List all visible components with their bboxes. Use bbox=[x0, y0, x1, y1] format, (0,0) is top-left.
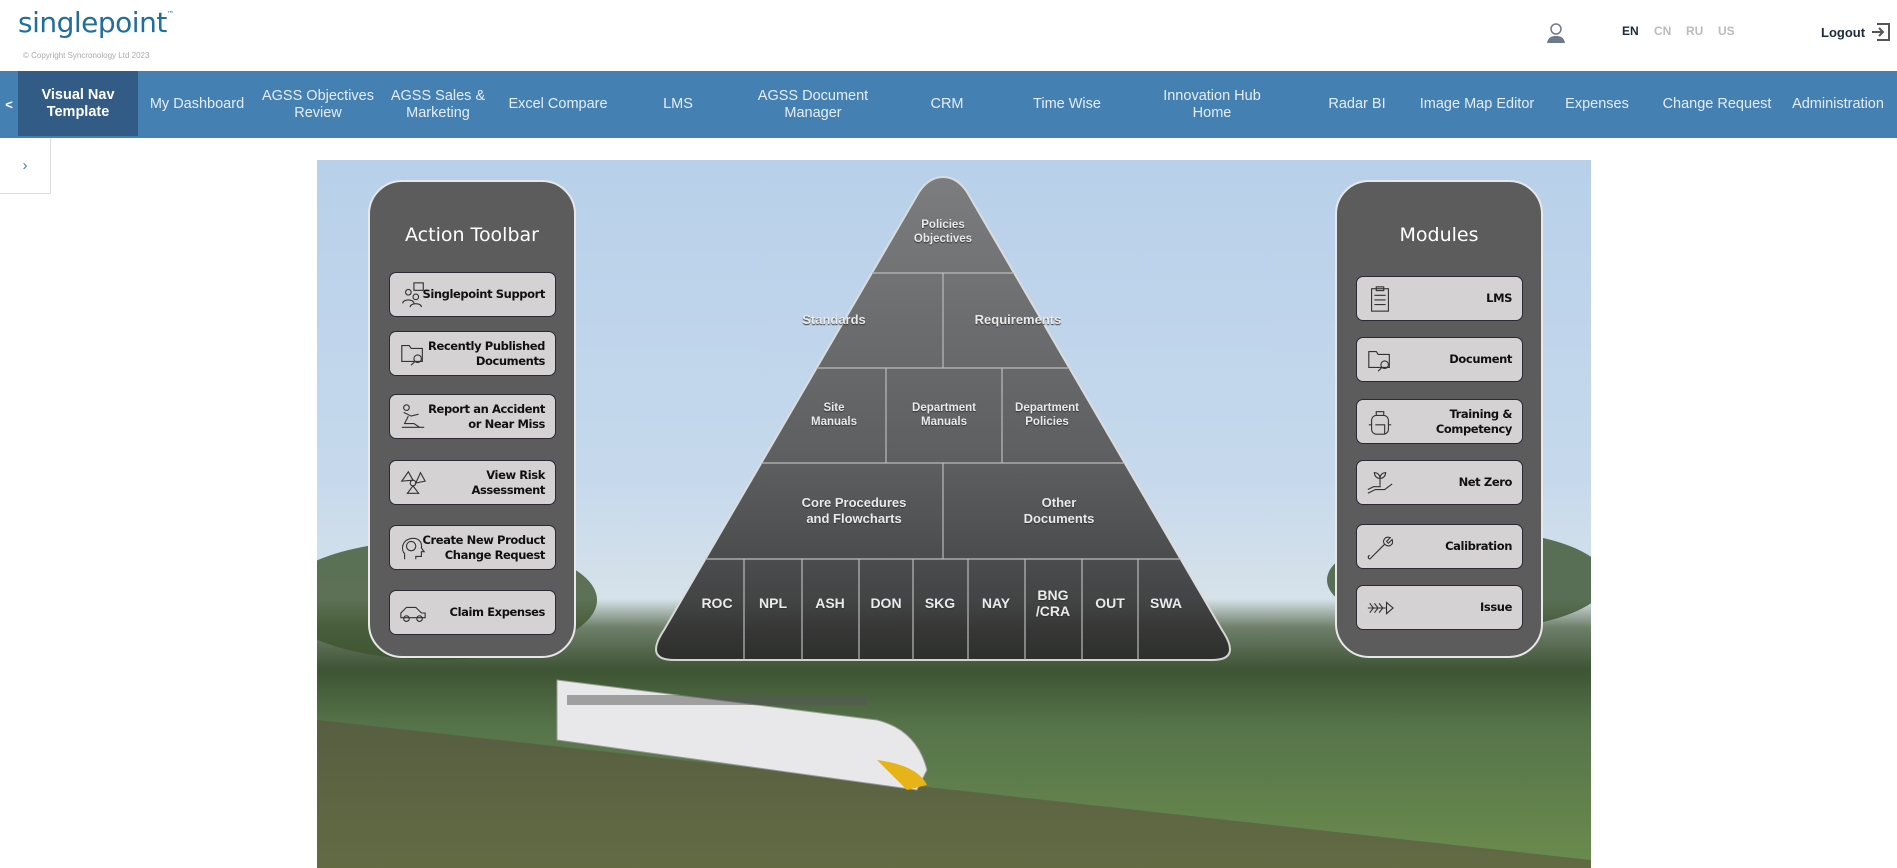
copyright-text: © Copyright Syncronology Ltd 2023 bbox=[23, 51, 150, 60]
nav-item-agss-objectives-review[interactable]: AGSS Objectives Review bbox=[248, 71, 388, 138]
pyramid-policies-objectives[interactable]: Policies Objectives bbox=[914, 218, 972, 246]
nav-item-agss-sales-marketing[interactable]: AGSS Sales & Marketing bbox=[368, 71, 508, 138]
pyramid-other-documents[interactable]: Other Documents bbox=[1024, 495, 1095, 527]
nav-item-radar-bi[interactable]: Radar BI bbox=[1287, 71, 1427, 138]
pyramid-site-npl[interactable]: NPL bbox=[759, 595, 787, 611]
language-us[interactable]: US bbox=[1718, 24, 1735, 38]
pyramid-standards[interactable]: Standards bbox=[802, 312, 866, 328]
language-cn[interactable]: CN bbox=[1654, 24, 1671, 38]
document-pyramid bbox=[655, 175, 1231, 661]
pyramid-core-procedures[interactable]: Core Procedures and Flowcharts bbox=[802, 495, 907, 527]
visual-nav-image: Action Toolbar Singlepoint Support Recent… bbox=[317, 160, 1591, 868]
pyramid-site-nay[interactable]: NAY bbox=[982, 595, 1010, 611]
user-support-icon[interactable] bbox=[1545, 22, 1567, 44]
trademark: ™ bbox=[166, 10, 174, 18]
nav-item-administration[interactable]: Administration bbox=[1768, 71, 1897, 138]
nav-item-visual-nav-template[interactable]: Visual Nav Template bbox=[18, 71, 138, 136]
logout-icon bbox=[1872, 23, 1891, 41]
pyramid-requirements[interactable]: Requirements bbox=[975, 312, 1062, 328]
nav-scroll-left-button[interactable]: < bbox=[0, 71, 18, 138]
singlepoint-logo[interactable]: singlepoint™ bbox=[18, 6, 174, 39]
sidebar-expand-button[interactable]: › bbox=[0, 138, 51, 194]
pyramid-site-bng-cra[interactable]: BNG /CRA bbox=[1036, 587, 1070, 619]
nav-item-excel-compare[interactable]: Excel Compare bbox=[488, 71, 628, 138]
language-ru[interactable]: RU bbox=[1686, 24, 1703, 38]
nav-item-change-request[interactable]: Change Request bbox=[1647, 71, 1787, 138]
logout-label: Logout bbox=[1821, 24, 1866, 40]
pyramid-department-manuals[interactable]: Department Manuals bbox=[912, 401, 976, 429]
pyramid-site-manuals[interactable]: Site Manuals bbox=[811, 401, 857, 429]
pyramid-site-ash[interactable]: ASH bbox=[815, 595, 845, 611]
pyramid-site-swa[interactable]: SWA bbox=[1150, 595, 1182, 611]
nav-item-image-map-editor[interactable]: Image Map Editor bbox=[1407, 71, 1547, 138]
nav-item-lms[interactable]: LMS bbox=[608, 71, 748, 138]
pyramid-site-skg[interactable]: SKG bbox=[925, 595, 955, 611]
nav-item-time-wise[interactable]: Time Wise bbox=[997, 71, 1137, 138]
language-en[interactable]: EN bbox=[1622, 24, 1639, 38]
nav-item-my-dashboard[interactable]: My Dashboard bbox=[127, 71, 267, 138]
main-nav: < Visual Nav Template My Dashboard AGSS Ob… bbox=[0, 71, 1897, 138]
pyramid-site-roc[interactable]: ROC bbox=[701, 595, 732, 611]
nav-item-innovation-hub-home[interactable]: Innovation Hub Home bbox=[1142, 71, 1282, 138]
pyramid-department-policies[interactable]: Department Policies bbox=[1015, 401, 1079, 429]
nav-item-agss-document-manager[interactable]: AGSS Document Manager bbox=[743, 71, 883, 138]
nav-item-expenses[interactable]: Expenses bbox=[1527, 71, 1667, 138]
pyramid-site-don[interactable]: DON bbox=[870, 595, 901, 611]
nav-item-crm[interactable]: CRM bbox=[877, 71, 1017, 138]
logo-text: singlepoint bbox=[18, 6, 167, 39]
pyramid-site-out[interactable]: OUT bbox=[1095, 595, 1125, 611]
logout-button[interactable]: Logout bbox=[1821, 23, 1891, 41]
